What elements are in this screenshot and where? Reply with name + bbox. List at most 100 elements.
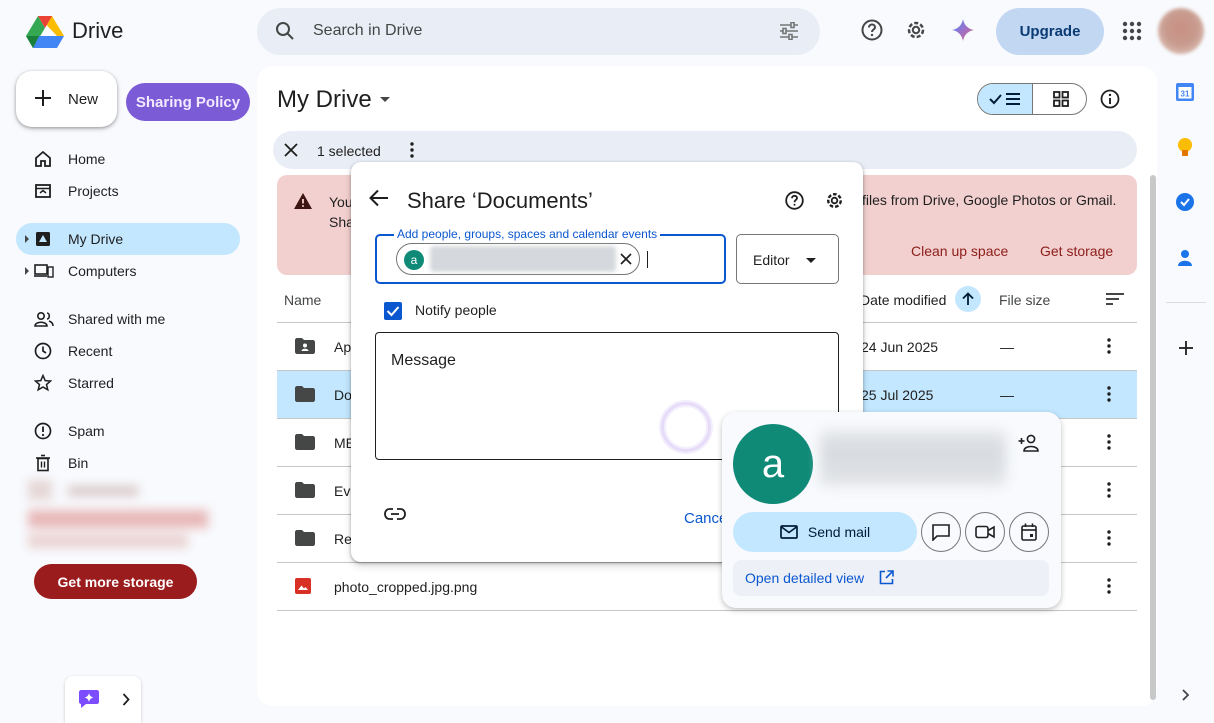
app-title: Drive [72,18,124,43]
check-list-icon [989,93,1020,105]
my-drive-icon [34,230,52,248]
more-vert-icon[interactable] [1106,433,1112,451]
search-input[interactable]: Search in Drive [313,22,422,40]
get-storage-button[interactable]: Get storage [1040,243,1113,259]
svg-text:31: 31 [1181,90,1190,99]
sidebar-item-recent[interactable]: Recent [16,335,240,367]
notify-checkbox[interactable] [384,302,402,320]
close-icon[interactable] [620,253,632,265]
sort-options-icon[interactable] [1105,292,1125,306]
divider [1166,302,1206,303]
open-detailed-view-link[interactable]: Open detailed view [733,560,1049,596]
chevron-right-icon[interactable] [1181,689,1191,701]
assistant-widget[interactable] [65,676,141,723]
file-date: 25 Jul 2025 [861,387,934,403]
calendar-icon[interactable]: 31 [1176,83,1194,101]
role-select[interactable]: Editor [736,234,839,284]
add-app-icon[interactable] [1178,340,1194,356]
send-mail-button[interactable]: Send mail [733,512,917,552]
notify-label[interactable]: Notify people [415,302,497,318]
sidebar-item-home[interactable]: Home [16,143,240,175]
loading-spinner [661,402,711,452]
page-title[interactable]: My Drive [277,86,372,114]
settings-icon[interactable] [825,191,844,210]
sidebar-item-label: Spam [68,423,105,439]
open-in-new-icon [879,570,894,585]
column-header-file-size[interactable]: File size [999,292,1050,308]
apps-icon[interactable] [1122,21,1142,41]
info-icon[interactable] [1100,89,1120,109]
more-vert-icon[interactable] [1106,529,1112,547]
help-icon[interactable] [861,19,883,41]
gemini-icon[interactable] [952,19,974,41]
sort-arrow-icon[interactable] [955,286,981,312]
more-vert-icon[interactable] [1106,577,1112,595]
spam-icon [34,422,52,440]
upgrade-button[interactable]: Upgrade [996,8,1104,55]
search-bar[interactable]: Search in Drive [257,8,820,55]
expand-caret-icon[interactable] [25,235,29,243]
add-person-icon[interactable] [1018,434,1040,452]
new-label: New [68,91,99,108]
column-header-date-modified[interactable]: Date modified [860,292,946,308]
sidebar-item-my-drive[interactable]: My Drive [16,223,240,255]
chevron-down-icon[interactable] [380,97,390,102]
chat-spark-icon[interactable] [79,690,99,708]
grid-view-button[interactable] [1033,84,1086,114]
tune-icon[interactable] [779,22,799,40]
scrollbar[interactable] [1150,175,1156,700]
get-more-storage-button[interactable]: Get more storage [34,564,197,599]
file-name: Ap [334,339,352,355]
file-size: — [1000,387,1014,403]
column-header-name[interactable]: Name [284,292,321,308]
sidebar-item-label: Computers [68,263,137,279]
video-call-button[interactable] [965,512,1005,552]
sidebar-item-label: My Drive [68,231,124,247]
tasks-icon[interactable] [1176,193,1194,211]
account-avatar[interactable] [1158,8,1204,54]
video-icon [975,525,995,539]
role-label: Editor [753,252,790,268]
sidebar-item-projects[interactable]: Projects [16,175,240,207]
drive-logo[interactable] [26,14,64,48]
expand-caret-icon[interactable] [25,267,29,275]
more-vert-icon[interactable] [1106,481,1112,499]
chat-button[interactable] [921,512,961,552]
close-icon[interactable] [284,143,298,157]
image-icon [295,578,311,594]
more-vert-icon[interactable] [1106,385,1112,403]
clean-up-space-button[interactable]: Clean up space [911,243,1008,259]
sharing-policy-button[interactable]: Sharing Policy [126,83,250,121]
chevron-right-icon[interactable] [122,693,130,706]
sidebar-item-shared-with-me[interactable]: Shared with me [16,303,240,335]
storage-usage-redacted [28,480,214,552]
schedule-event-button[interactable] [1009,512,1049,552]
list-view-button[interactable] [978,84,1033,114]
shared-icon [34,310,54,328]
text-cursor [647,251,648,268]
sidebar-item-label: Projects [68,183,119,199]
help-icon[interactable] [785,191,804,210]
search-icon[interactable] [275,21,295,41]
recipient-chip[interactable]: a [396,243,640,275]
sidebar-item-label: Recent [68,343,113,359]
avatar: a [404,250,424,270]
person-name-redacted [820,430,1006,486]
back-arrow-icon[interactable] [369,189,389,207]
sidebar-item-spam[interactable]: Spam [16,415,240,447]
home-icon [34,150,52,168]
input-label: Add people, groups, spaces and calendar … [394,227,661,241]
more-vert-icon[interactable] [1106,337,1112,355]
settings-icon[interactable] [905,19,927,41]
folder-icon [295,386,315,402]
new-button[interactable]: New [16,71,117,127]
trash-icon [34,454,52,472]
link-icon[interactable] [384,508,406,520]
sidebar-item-bin[interactable]: Bin [16,447,240,479]
more-vert-icon[interactable] [409,141,415,159]
sidebar-item-computers[interactable]: Computers [16,255,240,287]
contacts-icon[interactable] [1178,249,1192,267]
add-people-input[interactable]: Add people, groups, spaces and calendar … [375,227,726,284]
sidebar-item-starred[interactable]: Starred [16,367,240,399]
keep-icon[interactable] [1177,138,1193,158]
